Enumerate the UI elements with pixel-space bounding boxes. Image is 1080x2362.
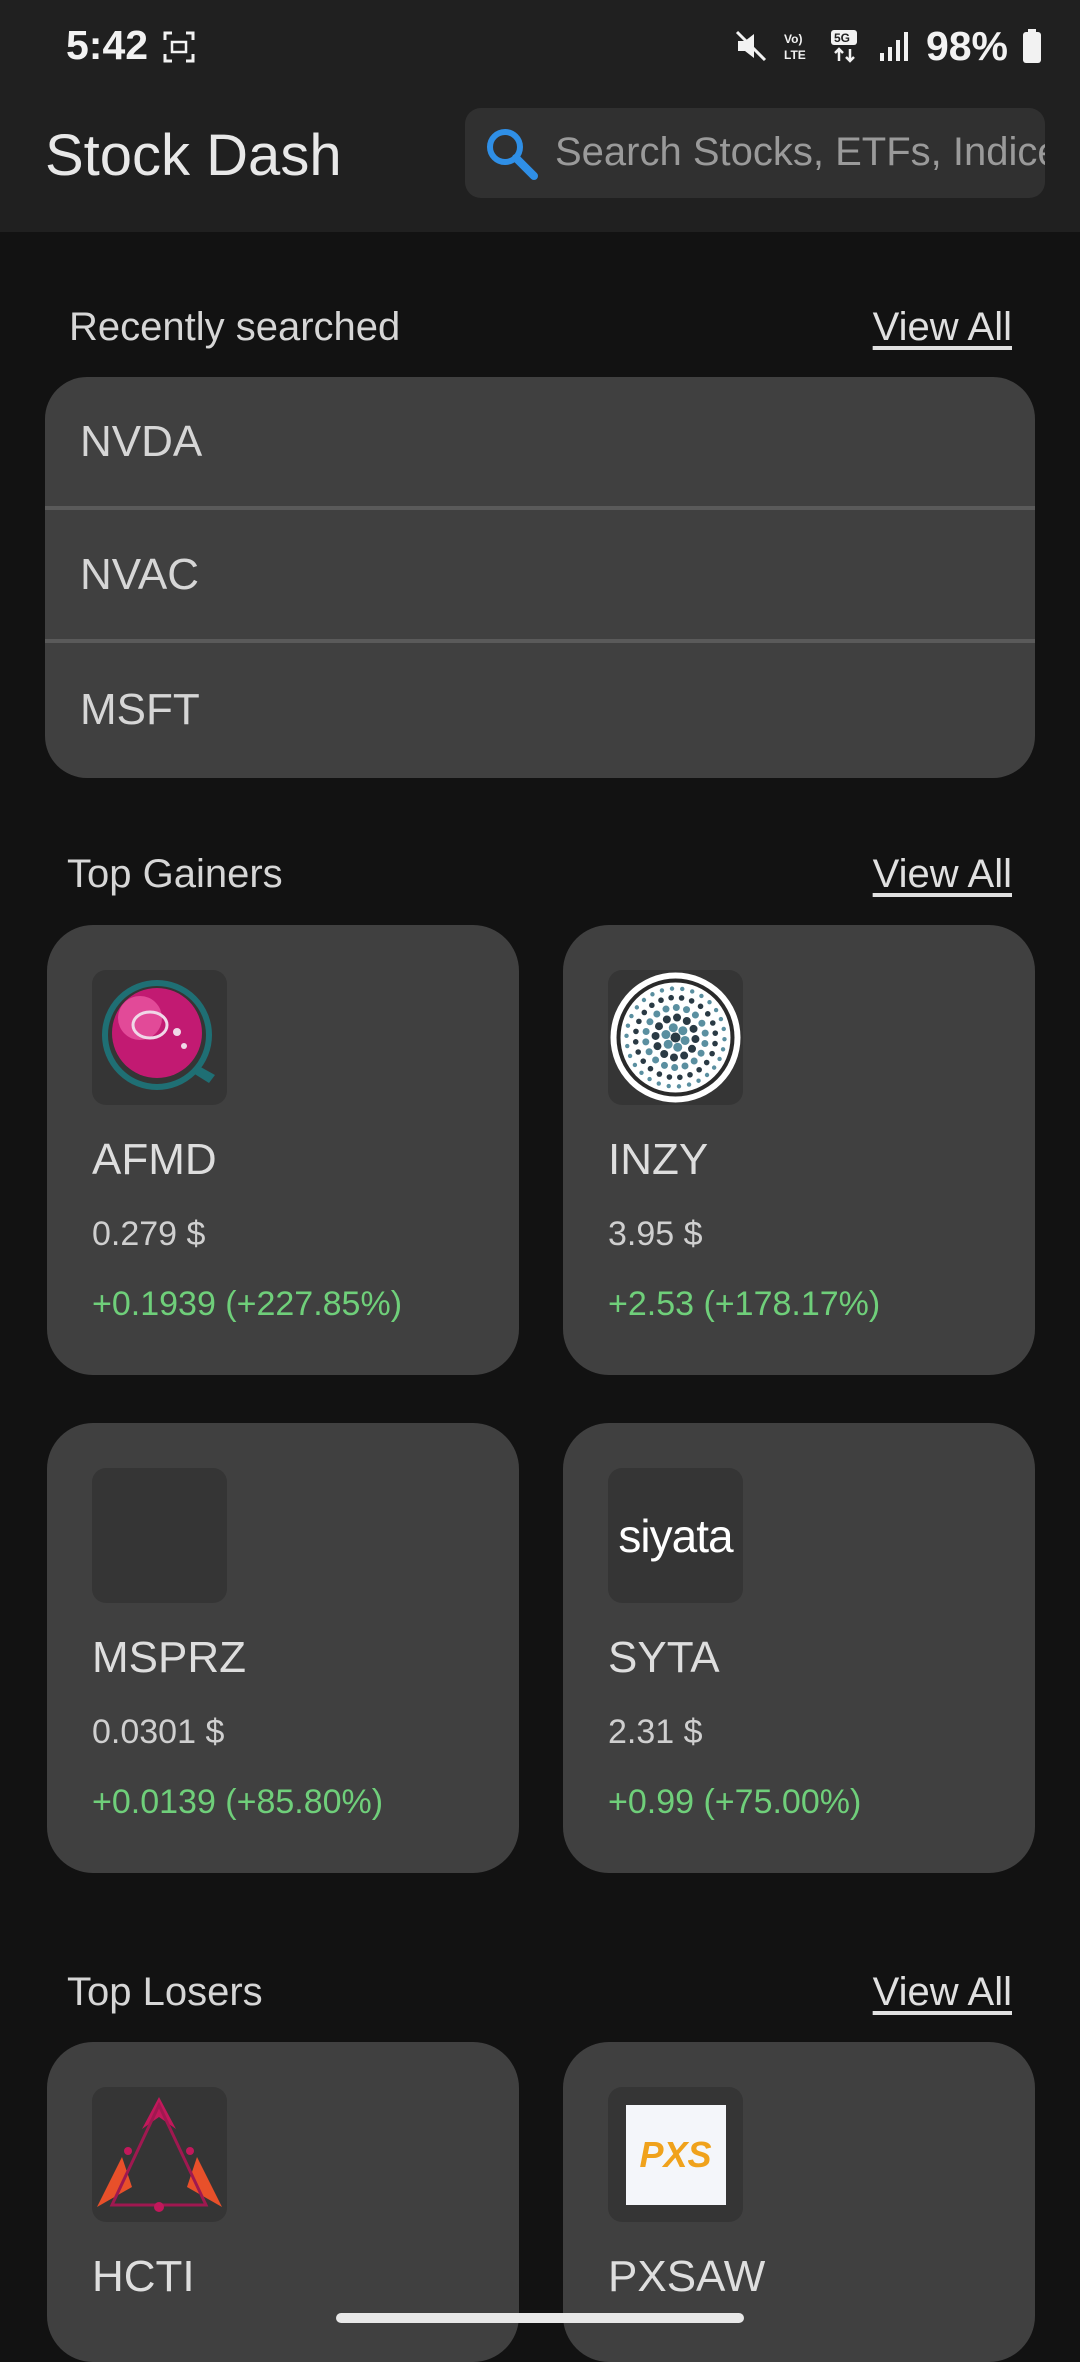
pxs-logo-text: PXS [639, 2133, 712, 2175]
losers-view-all-link[interactable]: View All [873, 1970, 1012, 2015]
blank-logo [92, 1468, 227, 1603]
battery-icon [1022, 29, 1042, 63]
status-time: 5:42 [66, 22, 149, 68]
inzy-logo [608, 970, 743, 1105]
signal-icon [878, 29, 912, 63]
battery-percent: 98% [925, 22, 1008, 69]
afmd-logo [92, 970, 227, 1105]
svg-text:5G: 5G [834, 31, 850, 45]
mute-icon [734, 29, 768, 63]
stock-symbol: PXSAW [608, 2252, 766, 2301]
stock-price: 0.0301 $ [92, 1713, 225, 1751]
stock-symbol: MSPRZ [92, 1633, 246, 1682]
search-placeholder: Search Stocks, ETFs, Indices [555, 130, 1045, 174]
hcti-logo [92, 2087, 227, 2222]
stock-symbol: INZY [608, 1135, 709, 1184]
top-gainers-title: Top Gainers [67, 852, 283, 896]
stock-symbol: HCTI [92, 2252, 195, 2301]
stock-card-syta[interactable]: siyata SYTA 2.31 $ +0.99 (+75.00%) [563, 1423, 1035, 1873]
recent-view-all-link[interactable]: View All [873, 305, 1012, 350]
app-title: Stock Dash [45, 123, 342, 188]
stock-card-msprz[interactable]: MSPRZ 0.0301 $ +0.0139 (+85.80%) [47, 1423, 519, 1873]
svg-text:Vo): Vo) [784, 32, 802, 46]
recent-item-msft[interactable]: MSFT [45, 643, 1035, 776]
top-losers-title: Top Losers [67, 1970, 263, 2014]
pxs-logo: PXS [608, 2087, 743, 2222]
stock-price: 3.95 $ [608, 1215, 703, 1253]
recent-item-nvda[interactable]: NVDA [45, 377, 1035, 510]
siyata-logo-text: siyata [618, 1509, 733, 1562]
stock-change: +2.53 (+178.17%) [608, 1285, 881, 1323]
pxs-logo-plate: PXS [625, 2104, 726, 2205]
gainers-view-all-link[interactable]: View All [873, 852, 1012, 897]
recently-searched-title: Recently searched [69, 305, 401, 349]
stock-card-afmd[interactable]: AFMD 0.279 $ +0.1939 (+227.85%) [47, 925, 519, 1375]
stock-price: 2.31 $ [608, 1713, 703, 1751]
screenshot-icon [162, 30, 196, 64]
svg-text:LTE: LTE [784, 48, 806, 62]
5g-data-icon: 5G [830, 29, 864, 63]
status-icons: Vo) LTE 5G 98% [734, 20, 1042, 72]
recent-item-nvac[interactable]: NVAC [45, 510, 1035, 643]
volte-icon: Vo) LTE [782, 29, 816, 63]
search-input[interactable]: Search Stocks, ETFs, Indices [465, 108, 1045, 198]
siyata-logo: siyata [608, 1468, 743, 1603]
stock-symbol: AFMD [92, 1135, 217, 1184]
recent-list: NVDA NVAC MSFT [45, 377, 1035, 778]
search-icon [483, 125, 541, 183]
stock-change: +0.1939 (+227.85%) [92, 1285, 403, 1323]
stock-symbol: SYTA [608, 1633, 720, 1682]
status-bar: 5:42 Vo) LTE 5G 98% [0, 0, 1080, 92]
stock-change: +0.0139 (+85.80%) [92, 1783, 384, 1821]
app-bar: Stock Dash Search Stocks, ETFs, Indices [0, 92, 1080, 232]
home-indicator[interactable] [336, 2313, 744, 2323]
stock-change: +0.99 (+75.00%) [608, 1783, 862, 1821]
stock-card-inzy[interactable]: INZY 3.95 $ +2.53 (+178.17%) [563, 925, 1035, 1375]
stock-price: 0.279 $ [92, 1215, 206, 1253]
